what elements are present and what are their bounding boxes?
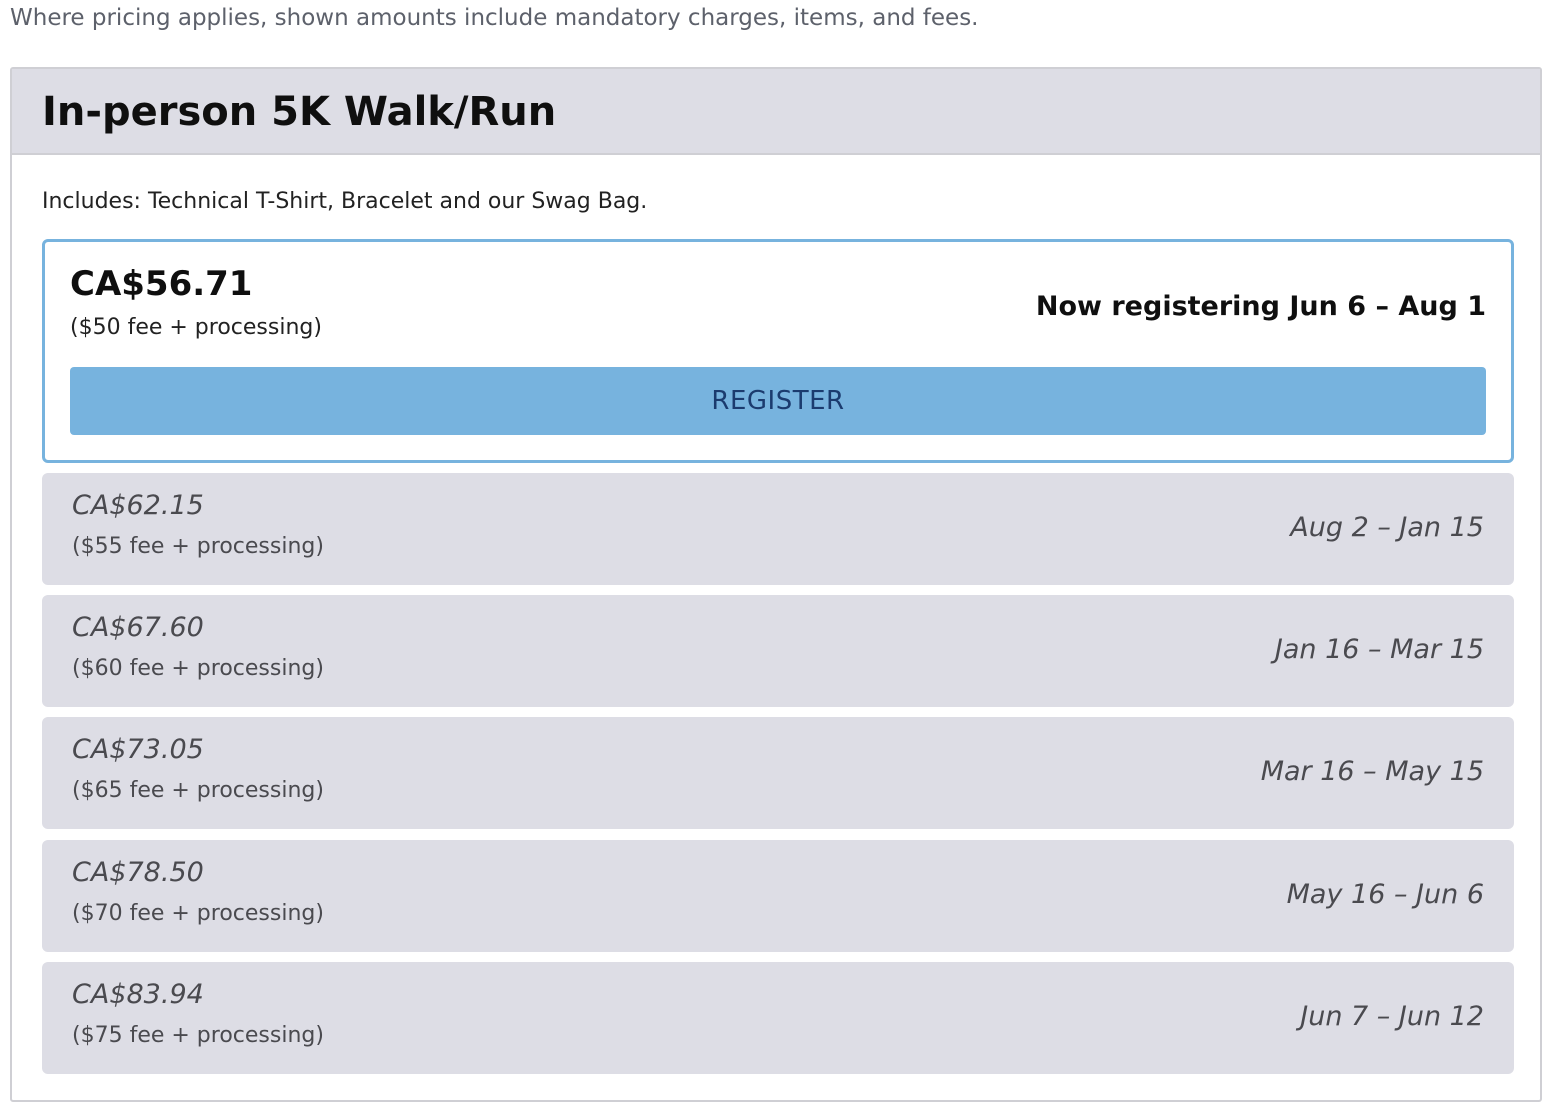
tier-date-window: Jun 7 – Jun 12 xyxy=(1300,1001,1484,1032)
price-tier: CA$83.94 ($75 fee + processing) Jun 7 – … xyxy=(42,962,1514,1074)
price-tier: CA$62.15 ($55 fee + processing) Aug 2 – … xyxy=(42,473,1514,585)
active-price: CA$56.71 xyxy=(70,264,253,304)
tier-fee-breakdown: ($75 fee + processing) xyxy=(72,1023,324,1048)
registration-card: In-person 5K Walk/Run Includes: Technica… xyxy=(10,67,1542,1102)
card-header: In-person 5K Walk/Run xyxy=(12,69,1540,155)
price-tier: CA$78.50 ($70 fee + processing) May 16 –… xyxy=(42,840,1514,952)
tier-fee-breakdown: ($55 fee + processing) xyxy=(72,534,324,559)
event-title: In-person 5K Walk/Run xyxy=(42,89,557,135)
tier-price: CA$73.05 xyxy=(72,734,204,765)
price-tier: CA$73.05 ($65 fee + processing) Mar 16 –… xyxy=(42,717,1514,829)
includes-text: Includes: Technical T-Shirt, Bracelet an… xyxy=(42,189,648,214)
price-tier: CA$67.60 ($60 fee + processing) Jan 16 –… xyxy=(42,595,1514,707)
tier-date-window: May 16 – Jun 6 xyxy=(1286,879,1484,910)
tier-date-window: Mar 16 – May 15 xyxy=(1260,756,1484,787)
tier-fee-breakdown: ($70 fee + processing) xyxy=(72,901,324,926)
tier-fee-breakdown: ($60 fee + processing) xyxy=(72,656,324,681)
tier-price: CA$78.50 xyxy=(72,857,204,888)
active-registration-window: Now registering Jun 6 – Aug 1 xyxy=(1035,291,1486,322)
pricing-notice: Where pricing applies, shown amounts inc… xyxy=(10,5,979,31)
tier-date-window: Jan 16 – Mar 15 xyxy=(1274,634,1484,665)
tier-price: CA$83.94 xyxy=(72,979,204,1010)
tier-fee-breakdown: ($65 fee + processing) xyxy=(72,778,324,803)
active-price-tier: CA$56.71 ($50 fee + processing) Now regi… xyxy=(42,239,1514,463)
register-button[interactable]: REGISTER xyxy=(70,367,1486,435)
tier-price: CA$67.60 xyxy=(72,612,204,643)
tier-price: CA$62.15 xyxy=(72,490,204,521)
tier-date-window: Aug 2 – Jan 15 xyxy=(1290,512,1484,543)
active-fee-breakdown: ($50 fee + processing) xyxy=(70,315,322,340)
